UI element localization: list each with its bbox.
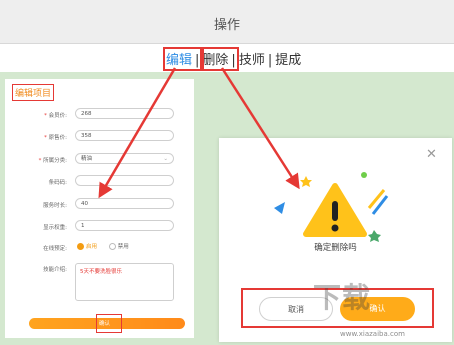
annotation-arrows [98, 67, 300, 199]
arrow-to-dialog [220, 67, 300, 190]
arrow-to-edit-form [98, 67, 177, 199]
